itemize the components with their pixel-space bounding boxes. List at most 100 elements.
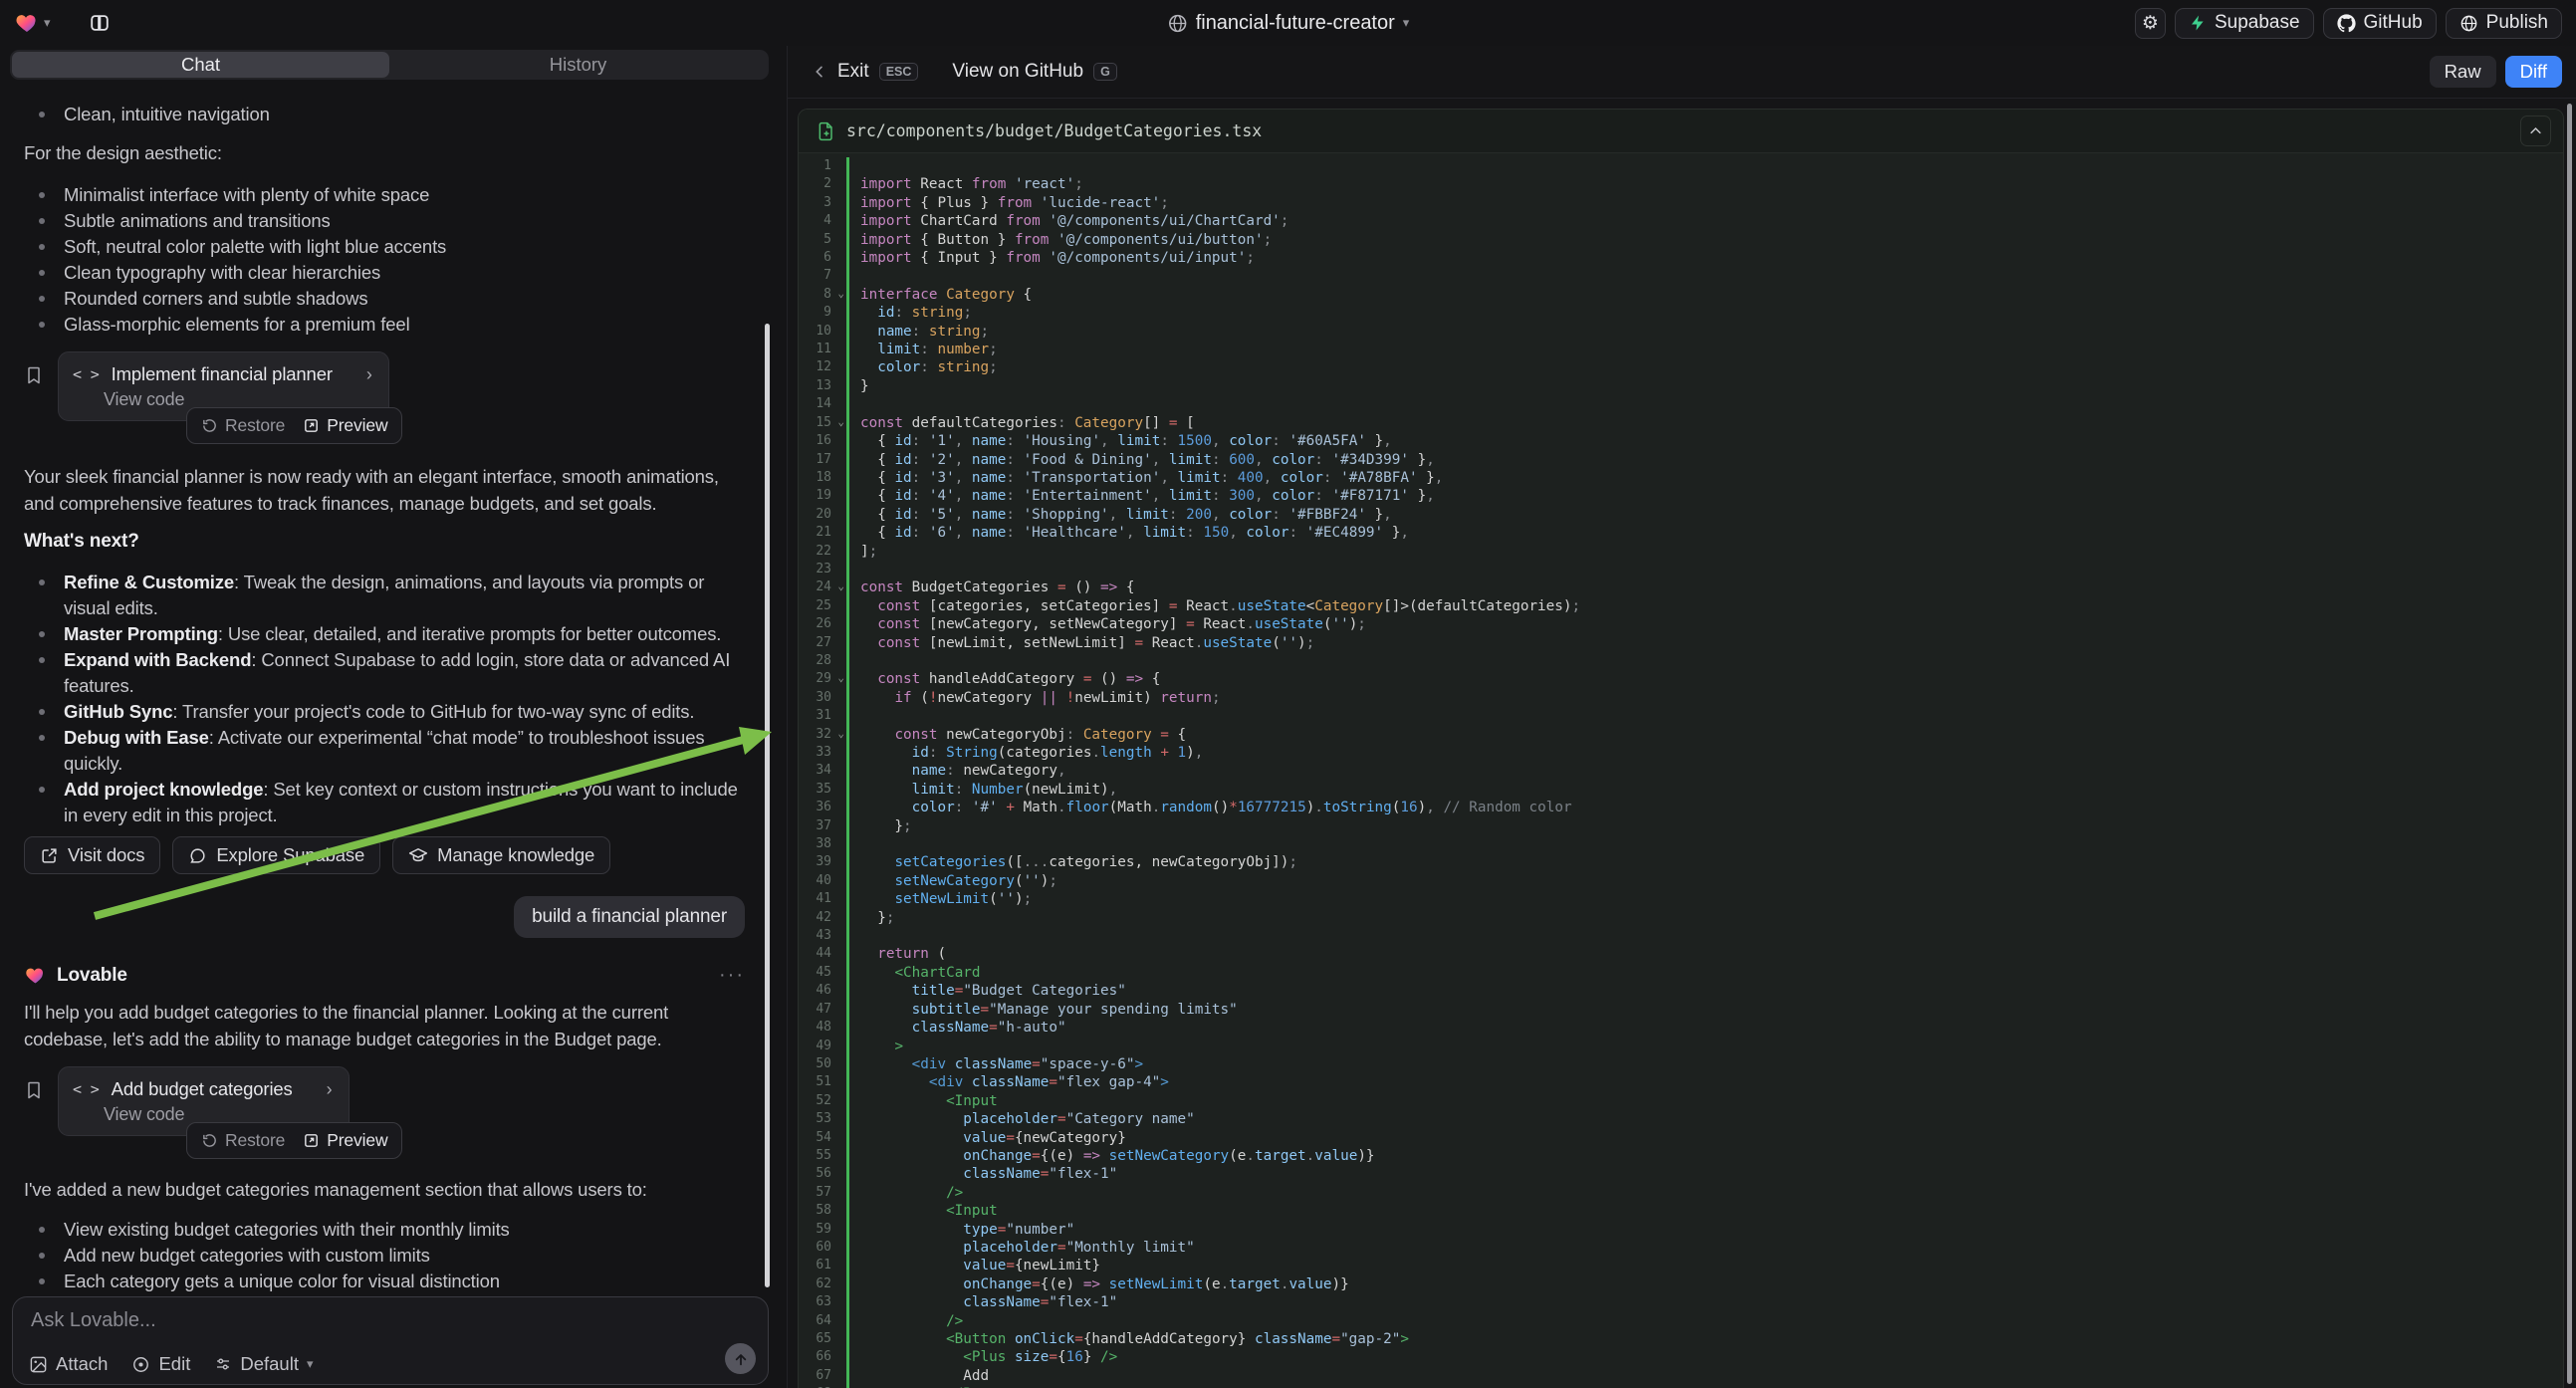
code-line: 51 <div className="flex gap-4"> <box>799 1073 2563 1091</box>
chat-input[interactable] <box>31 1309 708 1332</box>
code-text: color: string; <box>849 358 998 376</box>
line-number: 43 <box>799 927 846 945</box>
line-number: 17 <box>799 451 846 469</box>
code-text: const [newCategory, setNewCategory] = Re… <box>849 615 1366 633</box>
message-menu-icon[interactable]: ··· <box>719 964 745 987</box>
settings-button[interactable]: ⚙ <box>2135 8 2166 39</box>
preview-button[interactable]: Preview <box>303 415 387 436</box>
line-number: 30 <box>799 689 846 707</box>
model-select[interactable]: Default ▾ <box>214 1353 313 1375</box>
code-line: 17 { id: '2', name: 'Food & Dining', lim… <box>799 451 2563 469</box>
exit-button[interactable]: Exit ESC <box>812 61 918 83</box>
file-header[interactable]: src/components/budget/BudgetCategories.t… <box>799 110 2563 153</box>
code-panel: Exit ESC View on GitHub G Raw Diff src/c… <box>787 46 2576 1388</box>
code-text: Add <box>849 1367 989 1385</box>
view-code-link[interactable]: View code <box>104 1104 184 1125</box>
line-number: 15⌄ <box>799 414 846 432</box>
supabase-button[interactable]: Supabase <box>2175 8 2314 39</box>
code-text: placeholder="Category name" <box>849 1110 1195 1128</box>
version-card[interactable]: < >Add budget categories›View codeRestor… <box>58 1066 350 1136</box>
bookmark-icon[interactable] <box>24 1080 44 1100</box>
project-switcher[interactable]: financial-future-creator ▾ <box>1167 0 1410 46</box>
external-link-icon <box>40 846 59 865</box>
preview-button[interactable]: Preview <box>303 1130 387 1151</box>
restore-button[interactable]: Restore <box>201 1130 285 1151</box>
fold-caret-icon[interactable]: ⌄ <box>837 725 844 743</box>
line-number: 5 <box>799 231 846 249</box>
list-item: Refine & Customize: Tweak the design, an… <box>24 570 745 621</box>
tab-chat[interactable]: Chat <box>12 52 389 78</box>
code-line: 63 className="flex-1" <box>799 1293 2563 1311</box>
fold-caret-icon[interactable]: ⌄ <box>837 578 844 595</box>
code-text: title="Budget Categories" <box>849 982 1126 1000</box>
chip-manage-knowledge[interactable]: Manage knowledge <box>392 836 610 874</box>
chat-panel: Chat History Clean, intuitive navigation… <box>0 46 787 1388</box>
bookmark-icon[interactable] <box>24 365 44 385</box>
code-line: 21 { id: '6', name: 'Healthcare', limit:… <box>799 524 2563 542</box>
version-card-row: < >Implement financial planner›View code… <box>24 351 745 421</box>
code-text: <Input <box>849 1202 998 1220</box>
restore-button[interactable]: Restore <box>201 415 285 436</box>
project-title: financial-future-creator <box>1196 12 1395 35</box>
line-number: 50 <box>799 1055 846 1073</box>
code-text: const handleAddCategory = () => { <box>849 670 1160 688</box>
preview-external-icon <box>303 417 320 434</box>
view-on-github-button[interactable]: View on GitHub G <box>952 61 1116 83</box>
view-code-link[interactable]: View code <box>104 389 184 410</box>
line-number: 59 <box>799 1221 846 1239</box>
code-header: Exit ESC View on GitHub G Raw Diff <box>788 46 2576 99</box>
code-line: 60 placeholder="Monthly limit" <box>799 1239 2563 1257</box>
code-text: > <box>849 1038 903 1055</box>
line-number: 33 <box>799 744 846 762</box>
publish-button[interactable]: Publish <box>2446 8 2562 39</box>
supabase-icon <box>2189 14 2207 32</box>
code-line: 33 id: String(categories.length + 1), <box>799 744 2563 762</box>
toggle-sidebar-button[interactable] <box>85 8 115 38</box>
chat-scroll-area: Clean, intuitive navigationFor the desig… <box>0 82 773 1296</box>
line-number: 26 <box>799 615 846 633</box>
code-line: 54 value={newCategory} <box>799 1129 2563 1147</box>
code-text: <ChartCard <box>849 964 981 982</box>
attach-button[interactable]: Attach <box>29 1353 108 1375</box>
version-card[interactable]: < >Implement financial planner›View code… <box>58 351 389 421</box>
code-line: 47 subtitle="Manage your spending limits… <box>799 1001 2563 1019</box>
chip-visit-docs[interactable]: Visit docs <box>24 836 160 874</box>
diff-toggle-button[interactable]: Diff <box>2505 56 2562 88</box>
raw-toggle-button[interactable]: Raw <box>2430 56 2496 88</box>
line-number: 66 <box>799 1348 846 1366</box>
code-line: 41 setNewLimit(''); <box>799 890 2563 908</box>
fold-caret-icon[interactable]: ⌄ <box>837 669 844 687</box>
code-line: 31 <box>799 707 2563 725</box>
line-number: 31 <box>799 707 846 725</box>
code-text: setNewCategory(''); <box>849 872 1057 890</box>
code-line: 11 limit: number; <box>799 341 2563 358</box>
chip-explore-supabase[interactable]: Explore Supabase <box>172 836 380 874</box>
edit-mode-button[interactable]: Edit <box>131 1353 190 1375</box>
send-button[interactable] <box>725 1343 756 1374</box>
restore-icon <box>201 417 218 434</box>
globe-icon <box>1167 13 1188 34</box>
line-number: 42 <box>799 909 846 927</box>
list-item: View existing budget categories with the… <box>24 1217 745 1243</box>
github-button[interactable]: GitHub <box>2323 8 2437 39</box>
assistant-paragraph: For the design aesthetic: <box>24 139 745 166</box>
collapse-file-button[interactable] <box>2520 116 2551 146</box>
code-text: limit: Number(newLimit), <box>849 781 1117 799</box>
code-editor[interactable]: 12import React from 'react';3import { Pl… <box>799 153 2563 1388</box>
line-number: 67 <box>799 1367 846 1385</box>
code-line: 48 className="h-auto" <box>799 1019 2563 1037</box>
tab-history[interactable]: History <box>389 52 767 78</box>
code-line: 46 title="Budget Categories" <box>799 982 2563 1000</box>
code-line: 43 <box>799 927 2563 945</box>
code-text: ]; <box>849 543 877 561</box>
line-number: 29⌄ <box>799 670 846 688</box>
fold-caret-icon[interactable]: ⌄ <box>837 285 844 303</box>
fold-caret-icon[interactable]: ⌄ <box>837 413 844 431</box>
code-text: interface Category { <box>849 286 1032 304</box>
code-text: className="flex-1" <box>849 1165 1117 1183</box>
lovable-logo-menu[interactable]: ▾ <box>14 11 51 35</box>
code-scrollbar[interactable] <box>2567 104 2572 1384</box>
lovable-heart-icon <box>14 11 40 35</box>
chat-scrollbar[interactable] <box>765 324 770 1287</box>
line-number: 14 <box>799 395 846 413</box>
